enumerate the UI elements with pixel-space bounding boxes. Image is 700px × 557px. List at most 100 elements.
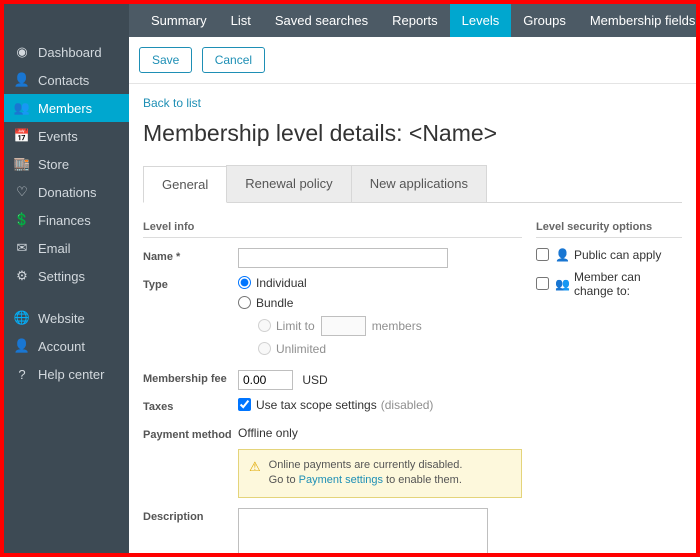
sidebar-item-label: Website (38, 311, 85, 326)
public-can-apply-checkbox[interactable] (536, 248, 549, 261)
opt-member-can-change: 👥 Member can change to: (536, 270, 682, 298)
back-to-list-link[interactable]: Back to list (143, 96, 201, 110)
sidebar-item-label: Donations (38, 185, 97, 200)
member-can-change-label: Member can change to: (574, 270, 682, 298)
email-icon: ✉ (14, 240, 30, 256)
tab-membership-fields[interactable]: Membership fields (578, 4, 700, 37)
tab-groups[interactable]: Groups (511, 4, 578, 37)
sidebar-item-email[interactable]: ✉ Email (4, 234, 129, 262)
row-alert: ⚠ Online payments are currently disabled… (143, 449, 522, 498)
tab-list[interactable]: List (219, 4, 263, 37)
radio-individual-label: Individual (256, 276, 307, 290)
row-description: Description (143, 508, 522, 553)
radio-unlimited (258, 342, 271, 355)
opt-public-can-apply: 👤 Public can apply (536, 248, 682, 262)
fee-label: Membership fee (143, 370, 238, 385)
help-icon: ? (14, 367, 30, 382)
row-name: Name * (143, 248, 522, 268)
store-icon: 🏬 (14, 156, 30, 172)
panel-body: Level info Name * Type Individual (143, 203, 682, 553)
contacts-icon: 👤 (14, 72, 30, 88)
sidebar-item-dashboard[interactable]: ◉ Dashboard (4, 38, 129, 66)
sidebar-item-contacts[interactable]: 👤 Contacts (4, 66, 129, 94)
limit-input (321, 316, 366, 336)
radio-individual[interactable] (238, 276, 251, 289)
content: Back to list Membership level details: <… (129, 84, 696, 553)
members-icon: 👥 (14, 100, 30, 116)
tab-levels[interactable]: Levels (450, 4, 512, 37)
sidebar-item-help[interactable]: ? Help center (4, 360, 129, 388)
main: Summary List Saved searches Reports Leve… (129, 4, 696, 553)
subtab-strip: General Renewal policy New applications (143, 165, 682, 203)
taxes-label: Taxes (143, 398, 238, 413)
page-title: Membership level details: <Name> (143, 120, 682, 147)
sidebar-item-label: Account (38, 339, 85, 354)
taxes-checkbox[interactable] (238, 398, 251, 411)
subtab-renewal-policy[interactable]: Renewal policy (226, 165, 351, 202)
top-tabstrip: Summary List Saved searches Reports Leve… (129, 4, 696, 37)
sidebar-item-label: Settings (38, 269, 85, 284)
website-icon: 🌐 (14, 310, 30, 326)
tab-reports[interactable]: Reports (380, 4, 450, 37)
save-button[interactable]: Save (139, 47, 192, 73)
sidebar-item-finances[interactable]: 💲 Finances (4, 206, 129, 234)
settings-icon: ⚙ (14, 268, 30, 284)
subtab-new-applications[interactable]: New applications (351, 165, 487, 202)
sidebar-item-label: Members (38, 101, 92, 116)
action-row: Save Cancel (129, 37, 696, 84)
sidebar-item-label: Email (38, 241, 71, 256)
sidebar-item-label: Events (38, 129, 78, 144)
sidebar-item-label: Help center (38, 367, 104, 382)
finances-icon: 💲 (14, 212, 30, 228)
sidebar-item-account[interactable]: 👤 Account (4, 332, 129, 360)
sidebar-item-members[interactable]: 👥 Members (4, 94, 129, 122)
level-info-column: Level info Name * Type Individual (143, 221, 522, 553)
row-fee: Membership fee USD (143, 370, 522, 390)
name-label: Name * (143, 248, 238, 263)
account-icon: 👤 (14, 338, 30, 354)
fee-currency: USD (302, 373, 327, 387)
fee-input[interactable] (238, 370, 293, 390)
row-payment-method: Payment method Offline only (143, 426, 522, 441)
sidebar-item-label: Contacts (38, 73, 89, 88)
payment-disabled-alert: ⚠ Online payments are currently disabled… (238, 449, 522, 498)
sidebar: ◉ Dashboard 👤 Contacts 👥 Members 📅 Event… (4, 4, 129, 553)
sidebar-item-label: Finances (38, 213, 91, 228)
row-taxes: Taxes Use tax scope settings (disabled) (143, 398, 522, 418)
sidebar-item-label: Dashboard (38, 45, 102, 60)
radio-unlimited-label: Unlimited (276, 342, 326, 356)
radio-bundle[interactable] (238, 296, 251, 309)
sidebar-divider (4, 290, 129, 304)
sidebar-item-donations[interactable]: ♡ Donations (4, 178, 129, 206)
taxes-text: Use tax scope settings (256, 398, 377, 412)
limit-suffix: members (372, 319, 422, 333)
person-icon: 👤 (555, 248, 570, 262)
cancel-button[interactable]: Cancel (202, 47, 265, 73)
taxes-disabled-note: (disabled) (381, 398, 434, 412)
tab-saved-searches[interactable]: Saved searches (263, 4, 380, 37)
payment-label: Payment method (143, 426, 238, 441)
sidebar-item-settings[interactable]: ⚙ Settings (4, 262, 129, 290)
alert-text: Online payments are currently disabled. … (269, 458, 463, 489)
description-textarea[interactable] (238, 508, 488, 553)
section-head-security: Level security options (536, 221, 682, 238)
donations-icon: ♡ (14, 184, 30, 200)
subtab-general[interactable]: General (143, 166, 227, 203)
warning-icon: ⚠ (249, 458, 261, 489)
radio-limit (258, 319, 271, 332)
member-icon: 👥 (555, 277, 570, 291)
dashboard-icon: ◉ (14, 44, 30, 60)
sidebar-item-events[interactable]: 📅 Events (4, 122, 129, 150)
security-options-column: Level security options 👤 Public can appl… (522, 221, 682, 553)
payment-value: Offline only (238, 426, 522, 440)
name-input[interactable] (238, 248, 448, 268)
public-can-apply-label: Public can apply (574, 248, 661, 262)
tab-summary[interactable]: Summary (139, 4, 219, 37)
sidebar-item-store[interactable]: 🏬 Store (4, 150, 129, 178)
member-can-change-checkbox[interactable] (536, 277, 549, 290)
limit-prefix: Limit to (276, 319, 315, 333)
section-head-level-info: Level info (143, 221, 522, 238)
payment-settings-link[interactable]: Payment settings (299, 474, 383, 486)
sidebar-item-website[interactable]: 🌐 Website (4, 304, 129, 332)
radio-bundle-label: Bundle (256, 296, 293, 310)
